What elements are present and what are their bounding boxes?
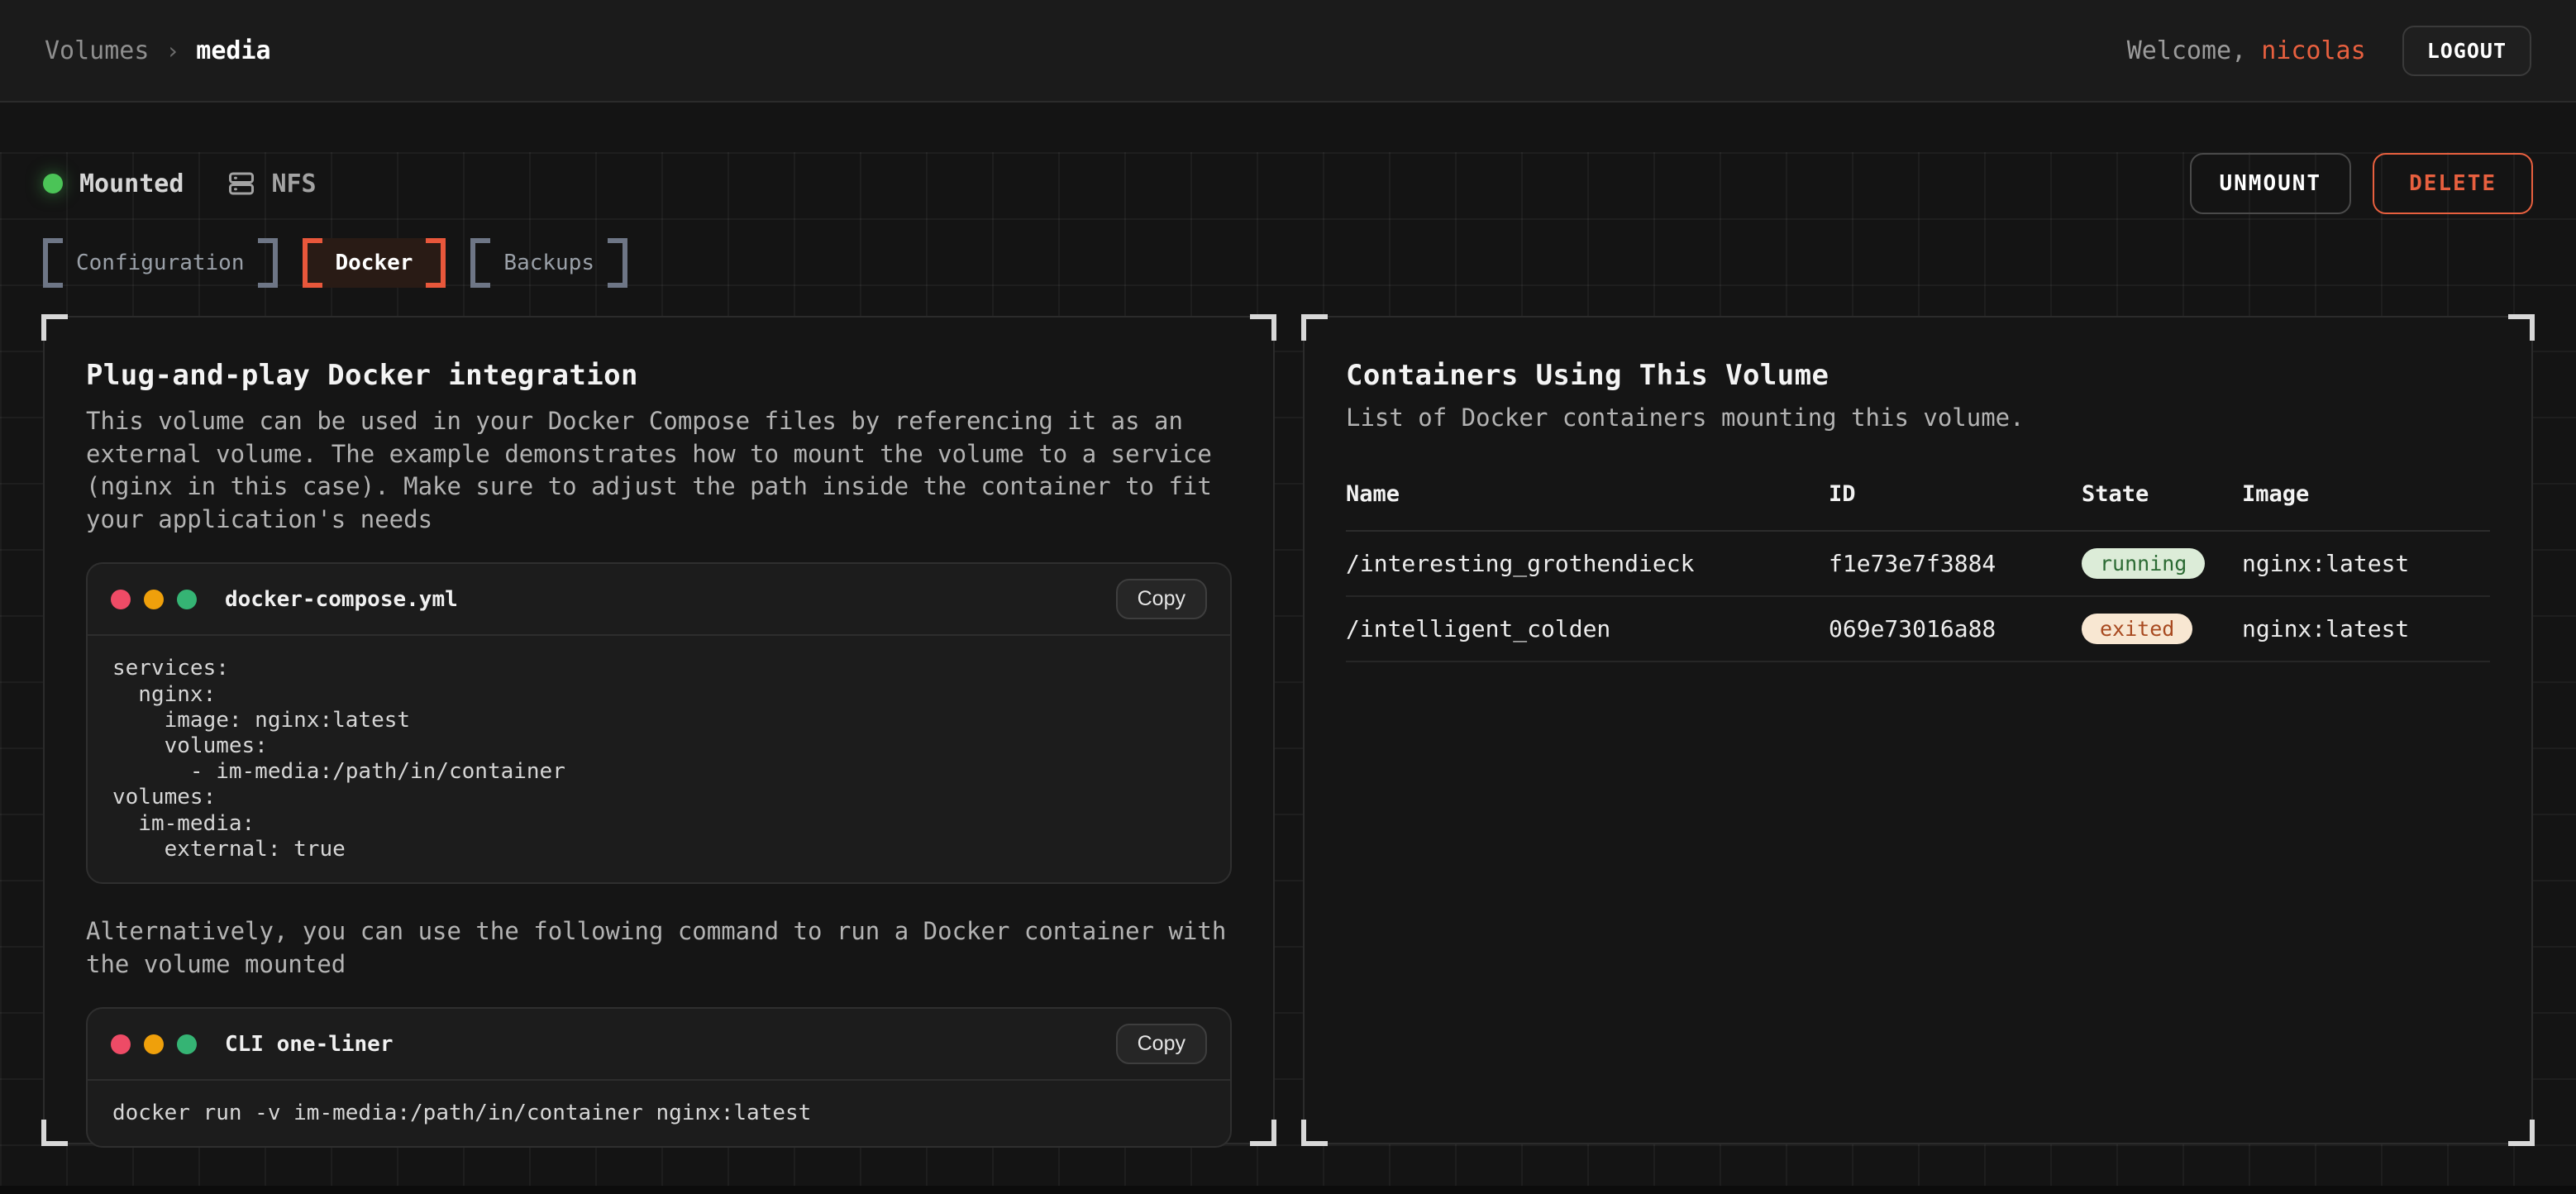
panel-title: Plug-and-play Docker integration bbox=[86, 359, 1232, 392]
code-block-header: docker-compose.yml Copy bbox=[88, 564, 1230, 636]
chevron-right-icon: › bbox=[165, 37, 179, 64]
compose-code: services: nginx: image: nginx:latest vol… bbox=[112, 656, 1205, 862]
volume-type-label: NFS bbox=[271, 170, 316, 198]
col-header-name: Name bbox=[1346, 481, 1829, 507]
table-row[interactable]: /interesting_grothendieck f1e73e7f3884 r… bbox=[1346, 532, 2490, 597]
server-icon bbox=[227, 169, 256, 198]
red-dot-icon bbox=[111, 1034, 131, 1054]
yellow-dot-icon bbox=[144, 590, 164, 609]
container-state: running bbox=[2082, 548, 2242, 579]
table-header-row: Name ID State Image bbox=[1346, 481, 2490, 532]
corner-bracket-icon bbox=[41, 1120, 68, 1146]
container-id: f1e73e7f3884 bbox=[1829, 550, 2082, 577]
code-body: services: nginx: image: nginx:latest vol… bbox=[88, 636, 1230, 882]
red-dot-icon bbox=[111, 590, 131, 609]
col-header-state: State bbox=[2082, 481, 2242, 507]
yellow-dot-icon bbox=[144, 1034, 164, 1054]
mounted-status: Mounted bbox=[43, 170, 184, 198]
breadcrumb: Volumes › media bbox=[45, 36, 271, 65]
cli-code: docker run -v im-media:/path/in/containe… bbox=[112, 1101, 1205, 1126]
breadcrumb-volumes-link[interactable]: Volumes bbox=[45, 36, 149, 65]
corner-bracket-icon bbox=[1250, 1120, 1276, 1146]
username: nicolas bbox=[2261, 36, 2365, 65]
welcome-prefix: Welcome, bbox=[2127, 36, 2262, 65]
green-dot-icon bbox=[177, 1034, 197, 1054]
docker-integration-panel: Plug-and-play Docker integration This vo… bbox=[43, 316, 1275, 1144]
status-badge: running bbox=[2082, 548, 2205, 579]
corner-bracket-icon bbox=[1301, 314, 1328, 341]
volume-actions: UNMOUNT DELETE bbox=[2190, 153, 2534, 214]
container-image: nginx:latest bbox=[2242, 615, 2490, 642]
volume-type: NFS bbox=[227, 169, 316, 198]
col-header-id: ID bbox=[1829, 481, 2082, 507]
code-filename: CLI one-liner bbox=[225, 1032, 394, 1057]
corner-bracket-icon bbox=[1250, 314, 1276, 341]
corner-bracket-icon bbox=[2508, 1120, 2535, 1146]
container-state: exited bbox=[2082, 614, 2242, 644]
breadcrumb-current-volume: media bbox=[196, 36, 270, 65]
top-bar: Volumes › media Welcome, nicolas LOGOUT bbox=[0, 0, 2576, 103]
container-id: 069e73016a88 bbox=[1829, 615, 2082, 642]
code-body: docker run -v im-media:/path/in/containe… bbox=[88, 1081, 1230, 1146]
copy-cli-button[interactable]: Copy bbox=[1116, 1024, 1207, 1064]
bottom-strip bbox=[0, 1186, 2576, 1194]
content-panels: Plug-and-play Docker integration This vo… bbox=[43, 316, 2533, 1144]
table-row[interactable]: /intelligent_colden 069e73016a88 exited … bbox=[1346, 597, 2490, 662]
app-root: Volumes › media Welcome, nicolas LOGOUT … bbox=[0, 0, 2576, 1194]
tab-docker[interactable]: Docker bbox=[303, 238, 446, 288]
containers-table: Name ID State Image /interesting_grothen… bbox=[1346, 481, 2490, 662]
top-bar-right: Welcome, nicolas LOGOUT bbox=[2127, 26, 2531, 76]
copy-compose-button[interactable]: Copy bbox=[1116, 579, 1207, 619]
panel-title: Containers Using This Volume bbox=[1346, 359, 2490, 392]
tab-configuration[interactable]: Configuration bbox=[43, 238, 278, 288]
container-name: /interesting_grothendieck bbox=[1346, 550, 1829, 577]
panel-subtitle: List of Docker containers mounting this … bbox=[1346, 402, 2490, 435]
main-area: Mounted NFS UNMOUNT DELET bbox=[0, 152, 2576, 1194]
corner-bracket-icon bbox=[2508, 314, 2535, 341]
status-row: Mounted NFS UNMOUNT DELET bbox=[43, 152, 2533, 215]
status-dot-icon bbox=[43, 174, 63, 193]
panel-description: This volume can be used in your Docker C… bbox=[86, 405, 1232, 536]
compose-code-block: docker-compose.yml Copy services: nginx:… bbox=[86, 562, 1232, 884]
container-name: /intelligent_colden bbox=[1346, 615, 1829, 642]
tab-backups[interactable]: Backups bbox=[470, 238, 627, 288]
welcome-text: Welcome, nicolas bbox=[2127, 36, 2366, 65]
corner-bracket-icon bbox=[41, 314, 68, 341]
container-image: nginx:latest bbox=[2242, 550, 2490, 577]
code-filename: docker-compose.yml bbox=[225, 587, 458, 612]
status-badge: exited bbox=[2082, 614, 2192, 644]
window-dots bbox=[111, 590, 197, 609]
status-left: Mounted NFS bbox=[43, 169, 317, 198]
cli-code-block: CLI one-liner Copy docker run -v im-medi… bbox=[86, 1007, 1232, 1148]
corner-bracket-icon bbox=[1301, 1120, 1328, 1146]
logout-button[interactable]: LOGOUT bbox=[2402, 26, 2531, 76]
col-header-image: Image bbox=[2242, 481, 2490, 507]
mounted-label: Mounted bbox=[79, 170, 184, 198]
unmount-button[interactable]: UNMOUNT bbox=[2190, 153, 2352, 214]
green-dot-icon bbox=[177, 590, 197, 609]
delete-button[interactable]: DELETE bbox=[2373, 153, 2533, 214]
window-dots bbox=[111, 1034, 197, 1054]
code-block-header: CLI one-liner Copy bbox=[88, 1009, 1230, 1081]
tabs: Configuration Docker Backups bbox=[43, 238, 2533, 288]
containers-panel: Containers Using This Volume List of Doc… bbox=[1303, 316, 2533, 1144]
cli-intro-text: Alternatively, you can use the following… bbox=[86, 915, 1232, 981]
